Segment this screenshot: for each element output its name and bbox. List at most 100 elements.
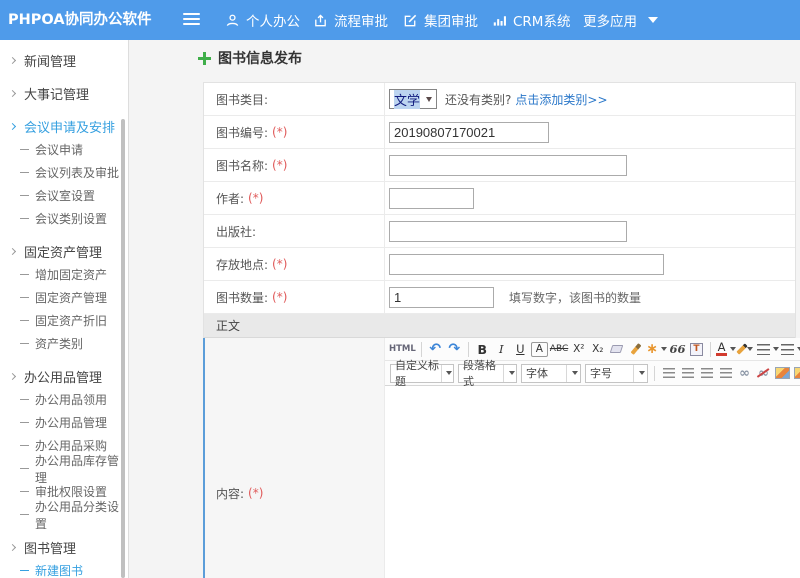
field-label: 图书名称:: [216, 157, 268, 174]
subscript-button[interactable]: X₂: [589, 340, 606, 359]
sidebar-item-meeting-category[interactable]: 会议类别设置: [0, 207, 128, 230]
eraser-button[interactable]: [608, 340, 625, 359]
chevron-right-icon: [9, 122, 16, 129]
sidebar-item-supplies-category[interactable]: 办公用品分类设置: [0, 503, 128, 526]
publisher-input[interactable]: [389, 221, 627, 242]
form-row-quantity: 图书数量:(*) 填写数字，该图书的数量: [204, 281, 795, 314]
nav-group-approval[interactable]: 集团审批: [403, 0, 478, 40]
form-row-book-name: 图书名称:(*): [204, 149, 795, 182]
location-input[interactable]: [389, 254, 664, 275]
sidebar-group-books[interactable]: 图书管理: [0, 535, 128, 559]
eraser-icon: [610, 345, 624, 353]
font-size-dropdown[interactable]: 字号: [585, 364, 648, 383]
ordered-list-button[interactable]: [757, 340, 779, 359]
book-number-input[interactable]: [389, 122, 549, 143]
sidebar-group-memorabilia[interactable]: 大事记管理: [0, 81, 128, 105]
sidebar-item-asset-depreciation[interactable]: 固定资产折旧: [0, 309, 128, 332]
required-mark: (*): [248, 191, 263, 205]
sidebar-item-supplies-manage[interactable]: 办公用品管理: [0, 411, 128, 434]
add-category-link[interactable]: 点击添加类别>>: [515, 91, 607, 108]
sidebar-item-supplies-inventory[interactable]: 办公用品库存管理: [0, 457, 128, 480]
nav-label: 更多应用: [583, 10, 637, 30]
field-label: 内容:: [216, 485, 244, 502]
font-background-button[interactable]: A: [531, 342, 548, 357]
sidebar-item-meeting-list[interactable]: 会议列表及审批: [0, 161, 128, 184]
highlight-pen-button[interactable]: [738, 340, 755, 359]
italic-button[interactable]: I: [493, 340, 510, 359]
nav-personal-office[interactable]: 个人办公: [225, 0, 300, 40]
bold-button[interactable]: B: [474, 340, 491, 359]
toolbar-separator: [710, 342, 711, 357]
sidebar-item-asset-category[interactable]: 资产类别: [0, 332, 128, 355]
nav-label: 个人办公: [246, 10, 300, 30]
caret-down-icon: [661, 347, 667, 351]
chevron-right-icon: [9, 89, 16, 96]
sidebar-group-label: 新闻管理: [24, 51, 76, 70]
dash-icon: [20, 195, 29, 196]
font-color-button[interactable]: A: [716, 340, 736, 359]
section-header-label: 正文: [216, 317, 240, 334]
chevron-right-icon: [9, 56, 16, 63]
sidebar-group-label: 大事记管理: [24, 84, 89, 103]
upload-image-button[interactable]: [793, 364, 800, 383]
sidebar-item-label: 资产类别: [35, 335, 83, 352]
paint-format-button[interactable]: ∗: [646, 340, 667, 359]
align-left-button[interactable]: [660, 364, 677, 383]
dash-icon: [20, 468, 29, 469]
form-row-author: 作者:(*): [204, 182, 795, 215]
sidebar-item-meeting-room[interactable]: 会议室设置: [0, 184, 128, 207]
sidebar-item-meeting-apply[interactable]: 会议申请: [0, 138, 128, 161]
underline-button[interactable]: U: [512, 340, 529, 359]
sidebar-group-label: 图书管理: [24, 538, 76, 557]
insert-image-button[interactable]: [774, 364, 791, 383]
author-input[interactable]: [389, 188, 474, 209]
caret-down-icon: [633, 365, 647, 382]
strikethrough-button[interactable]: ABC: [550, 340, 568, 359]
hamburger-menu-icon[interactable]: [183, 13, 200, 26]
app-window: PHPOA协同办公软件 个人办公 流程审批 集团审批 CRM系统 更多应用 新闻…: [0, 0, 800, 578]
nav-workflow-approval[interactable]: 流程审批: [313, 0, 388, 40]
sidebar-item-label: 增加固定资产: [35, 266, 107, 283]
quantity-input[interactable]: [389, 287, 494, 308]
sidebar-item-supplies-claim[interactable]: 办公用品领用: [0, 388, 128, 411]
undo-button[interactable]: ↶: [427, 340, 444, 359]
align-center-button[interactable]: [679, 364, 696, 383]
align-right-button[interactable]: [698, 364, 715, 383]
sidebar-scrollbar[interactable]: [121, 119, 125, 578]
toolbar-separator: [654, 366, 655, 381]
nav-more-apps[interactable]: 更多应用: [583, 0, 637, 40]
paste-from-word-button[interactable]: T: [688, 340, 705, 359]
redo-button[interactable]: ↷: [446, 340, 463, 359]
insert-link-button[interactable]: ∞: [736, 364, 753, 383]
unordered-list-button[interactable]: [781, 340, 800, 359]
sidebar-group-news[interactable]: 新闻管理: [0, 48, 128, 72]
nav-crm-system[interactable]: CRM系统: [492, 0, 570, 40]
align-justify-button[interactable]: [717, 364, 734, 383]
nav-label: 流程审批: [334, 10, 388, 30]
category-select[interactable]: 文学: [389, 89, 437, 109]
custom-title-dropdown[interactable]: 自定义标题: [390, 364, 454, 383]
caret-down-icon: [503, 365, 516, 382]
form-row-book-number: 图书编号:(*): [204, 116, 795, 149]
sidebar-group-office-supplies[interactable]: 办公用品管理: [0, 364, 128, 388]
html-source-button[interactable]: HTML: [389, 340, 416, 359]
clean-format-button[interactable]: [627, 340, 644, 359]
image-upload-icon: [794, 367, 800, 379]
font-family-dropdown[interactable]: 字体: [521, 364, 581, 383]
editor-content-area[interactable]: [385, 386, 800, 578]
sidebar-group-meeting[interactable]: 会议申请及安排: [0, 114, 128, 138]
more-apps-dropdown[interactable]: [648, 0, 658, 40]
required-mark: (*): [272, 125, 287, 139]
paragraph-format-dropdown[interactable]: 段落格式: [458, 364, 517, 383]
remove-link-button[interactable]: ∞: [755, 364, 772, 383]
dash-icon: [20, 218, 29, 219]
sidebar-item-add-asset[interactable]: 增加固定资产: [0, 263, 128, 286]
blockquote-button[interactable]: 66: [669, 340, 686, 359]
sidebar-item-asset-manage[interactable]: 固定资产管理: [0, 286, 128, 309]
dash-icon: [20, 514, 29, 515]
rich-text-editor: HTML ↶ ↷ B I U A ABC X² X₂ ∗ 66 T: [385, 338, 800, 578]
sidebar-group-fixed-assets[interactable]: 固定资产管理: [0, 239, 128, 263]
book-name-input[interactable]: [389, 155, 627, 176]
sidebar-item-new-book[interactable]: 新建图书: [0, 559, 128, 578]
superscript-button[interactable]: X²: [570, 340, 587, 359]
